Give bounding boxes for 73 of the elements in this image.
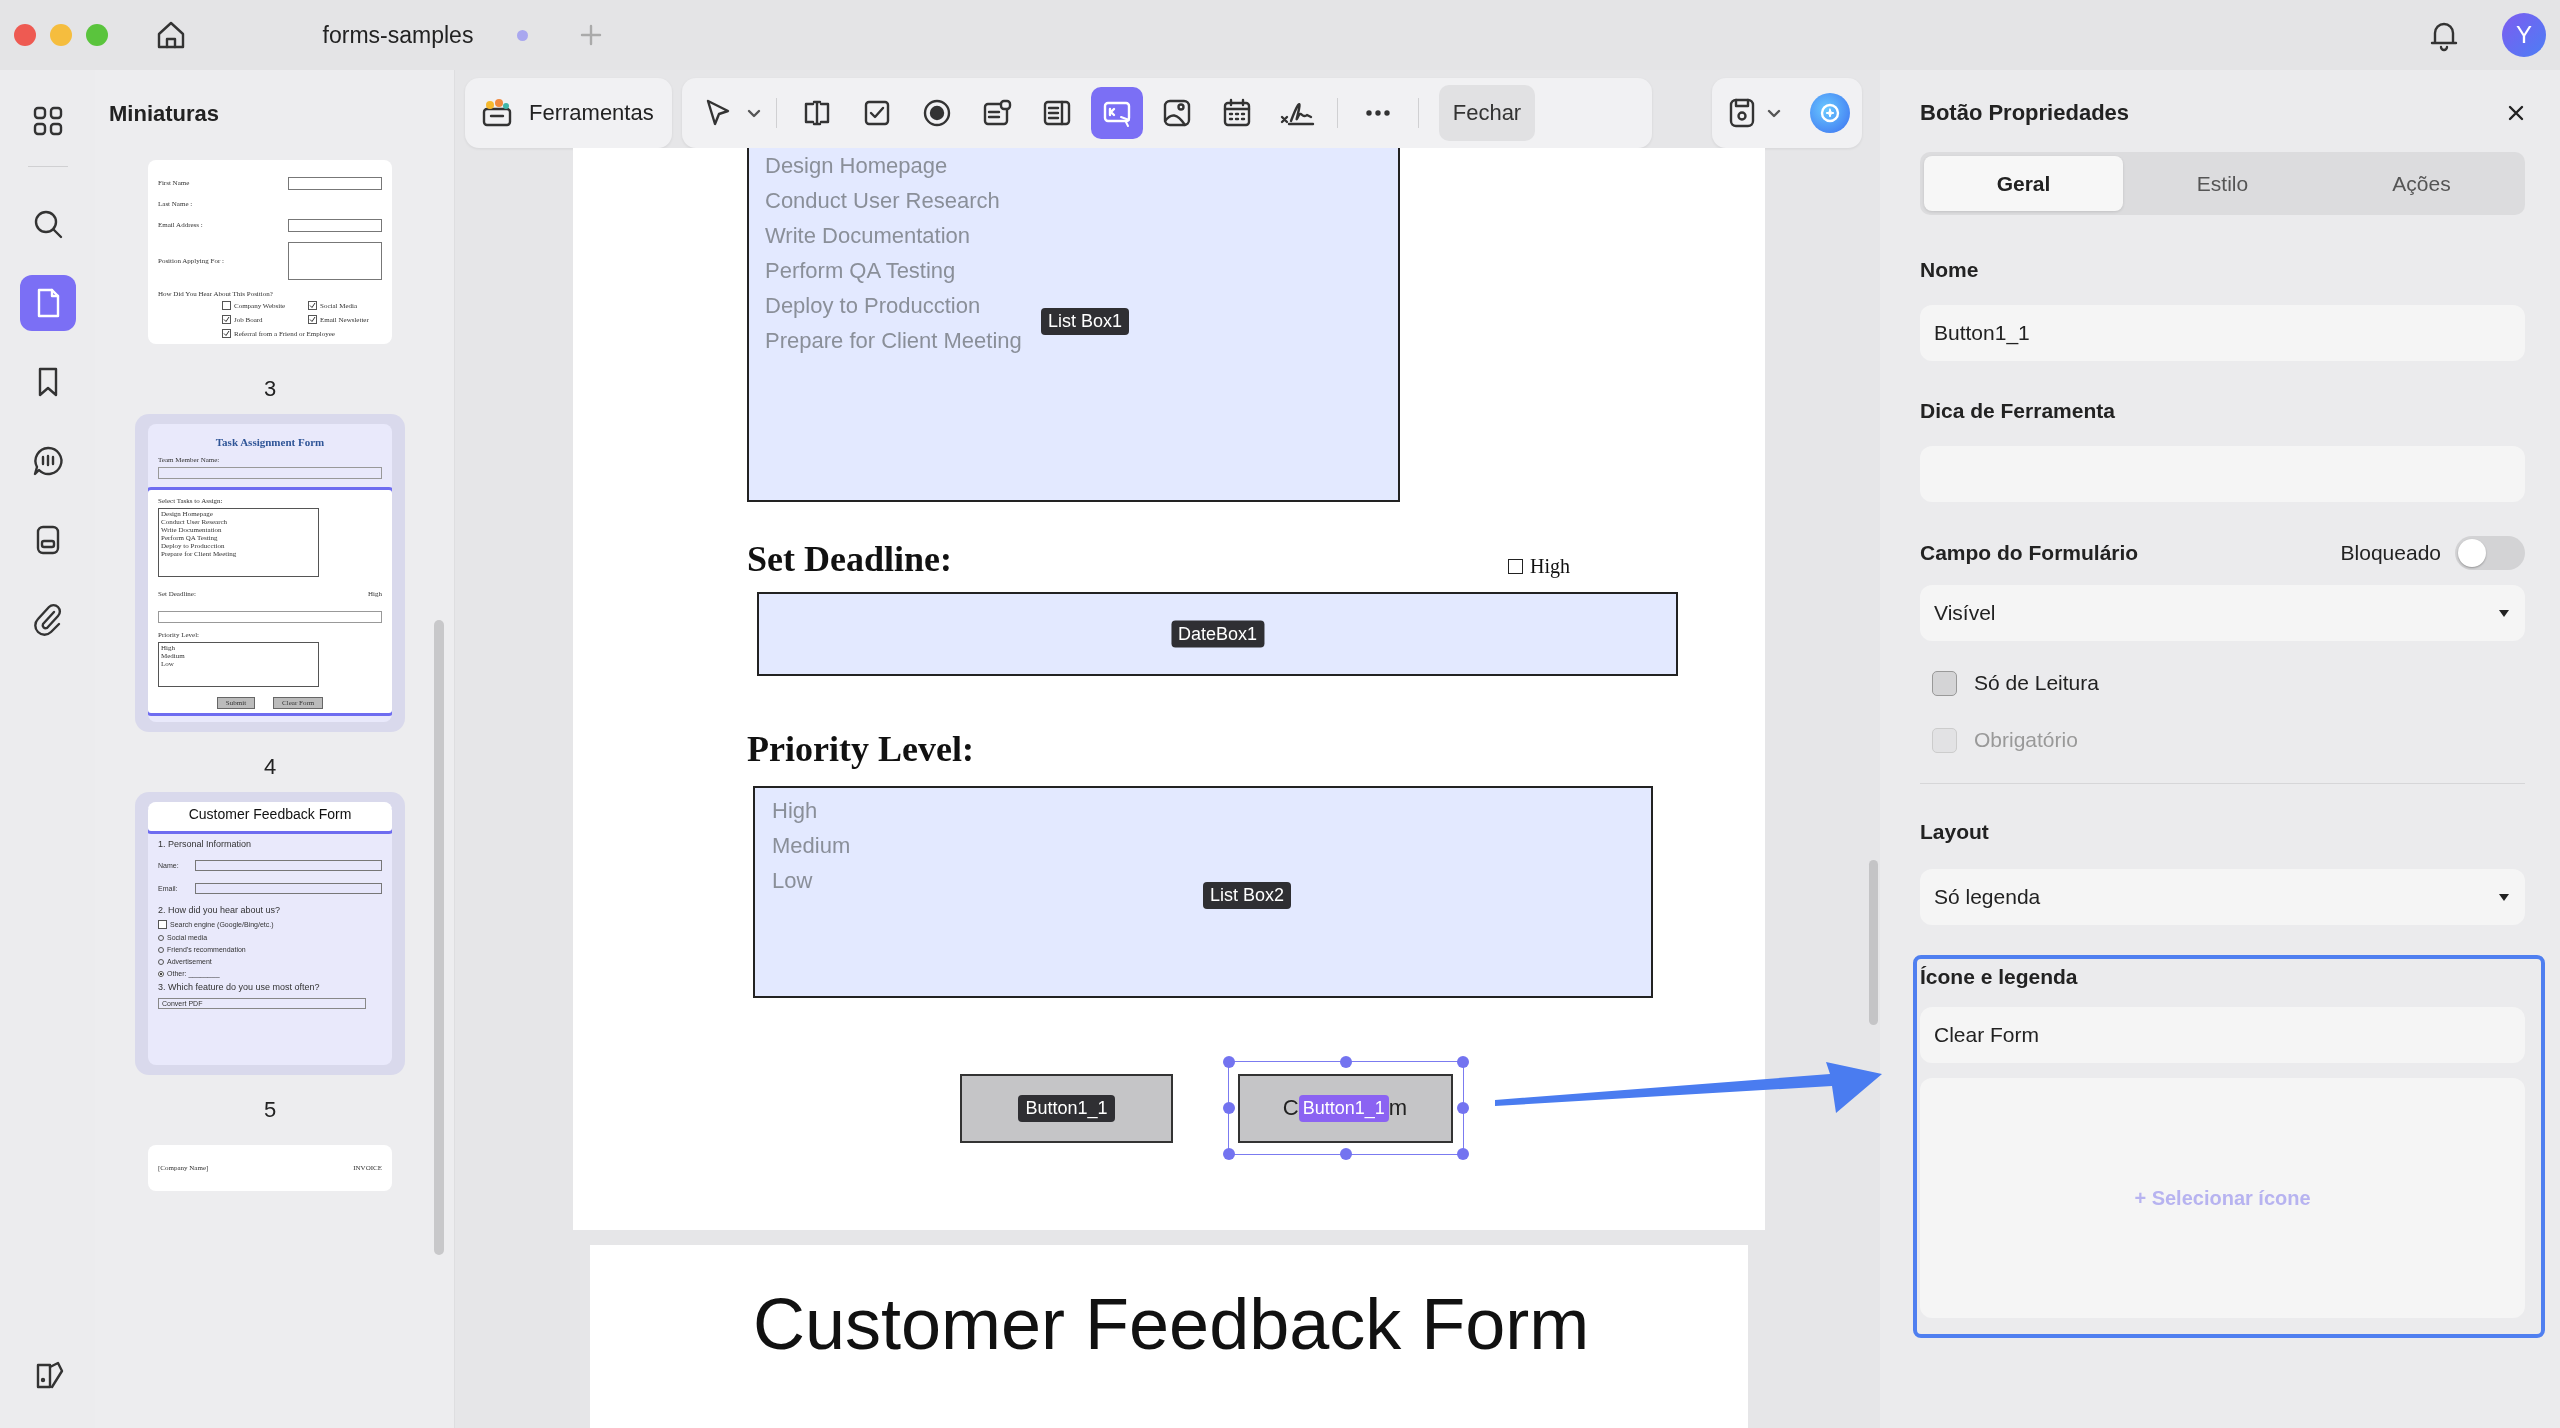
button-caption: C — [1282, 1095, 1299, 1121]
resize-handle[interactable] — [1223, 1102, 1235, 1114]
form-button-tool[interactable] — [1090, 87, 1143, 139]
date-field[interactable]: DateBox1 — [757, 592, 1678, 676]
list-option: Design Homepage — [765, 148, 948, 183]
form-button[interactable]: Button1_1 — [960, 1074, 1173, 1143]
tab[interactable]: Ações — [2322, 156, 2521, 211]
form-button[interactable]: C Button1_1 m — [1237, 1073, 1453, 1143]
checkbox[interactable] — [1932, 670, 1957, 696]
visibility-dropdown[interactable]: Visível — [1920, 585, 2525, 641]
resize-handle[interactable] — [1223, 1056, 1235, 1068]
field-label: Nome — [1920, 258, 1979, 282]
page-heading: Customer Feedback Form — [753, 1284, 1590, 1364]
thumbnail-title: Task Assignment Form — [214, 436, 326, 448]
resize-handle[interactable] — [1457, 1102, 1469, 1114]
close-button[interactable]: Fechar — [1438, 85, 1536, 141]
checkbox[interactable] — [1508, 559, 1523, 574]
list-option: Deploy to Producction — [765, 288, 981, 323]
field-name-badge: Button1_1 — [1298, 1094, 1389, 1122]
list-option: Conduct User Research — [765, 183, 1000, 218]
tools-button[interactable]: Ferramentas — [465, 78, 672, 148]
checkbox-label: Só de Leitura — [1974, 671, 2099, 695]
field-name-badge: DateBox1 — [1170, 620, 1265, 648]
thumbnail-heading: 2. How did you hear about us? — [158, 905, 282, 915]
page-thumbnail[interactable] — [148, 424, 392, 722]
field-label: Dica de Ferramenta — [1920, 399, 2115, 423]
resize-handle[interactable] — [1457, 1056, 1469, 1068]
list-option: Medium — [772, 828, 851, 863]
section-heading: Priority Level: — [747, 728, 974, 770]
tab[interactable]: Estilo — [2123, 156, 2322, 211]
resize-handle[interactable] — [1340, 1056, 1352, 1068]
button-caption: m — [1388, 1095, 1408, 1121]
caption-field[interactable]: Clear Form — [1920, 1007, 2525, 1063]
checkbox-label: High — [1530, 555, 1570, 578]
avatar[interactable]: Y — [2502, 13, 2546, 57]
list-option: Write Documentation — [765, 218, 970, 253]
list-option: High — [772, 793, 818, 828]
panel-title: Botão Propriedades — [1920, 100, 2130, 126]
document-tab[interactable]: forms-samples — [228, 10, 568, 60]
list-option: Prepare for Client Meeting — [765, 323, 1022, 358]
page-button[interactable] — [19, 275, 76, 331]
field-name-badge: List Box2 — [1203, 882, 1292, 909]
panel-title: Miniaturas — [108, 100, 221, 128]
close-icon[interactable] — [2507, 104, 2525, 122]
scrollbar[interactable] — [1869, 860, 1878, 1025]
layout-dropdown[interactable]: Só legenda — [1920, 869, 2525, 925]
page-number: 3 — [263, 376, 277, 402]
resize-handle[interactable] — [1223, 1148, 1235, 1160]
thumbnail-heading: 1. Personal Information — [158, 839, 253, 849]
field-label: Campo do Formulário — [1920, 541, 2139, 565]
section-heading: Set Deadline: — [747, 538, 952, 580]
list-box-field[interactable]: Design Homepage Conduct User Research Write Documentation Perform QA Testing Deploy to Producction Prepare for Client Meeting List Box1 — [747, 148, 1400, 502]
field-label: Layout — [1920, 820, 1989, 844]
list-box-field[interactable]: High Medium Low List Box2 — [753, 786, 1653, 998]
toggle-label: Bloqueado — [2340, 541, 2441, 565]
page-thumbnail[interactable] — [148, 802, 392, 1065]
list-option: Low — [772, 863, 813, 898]
window-close-button[interactable] — [14, 24, 36, 46]
name-field[interactable]: Button1_1 — [1920, 305, 2525, 361]
ai-assistant-button[interactable] — [1809, 93, 1850, 133]
page-number: 5 — [263, 1097, 277, 1123]
tab[interactable]: Geral — [1924, 156, 2123, 211]
list-option: Perform QA Testing — [765, 253, 956, 288]
scrollbar[interactable] — [434, 620, 444, 1255]
page-number: 4 — [263, 754, 277, 780]
checkbox-label: Obrigatório — [1974, 728, 2078, 752]
resize-handle[interactable] — [1340, 1148, 1352, 1160]
field-name-badge: Button1_1 — [1018, 1095, 1115, 1122]
thumbnail-heading: 3. Which feature do you use most often? — [158, 982, 321, 992]
field-label: Ícone e legenda — [1920, 965, 2078, 989]
resize-handle[interactable] — [1457, 1148, 1469, 1160]
lock-toggle[interactable] — [2455, 536, 2525, 570]
field-name-badge: List Box1 — [1041, 308, 1130, 335]
